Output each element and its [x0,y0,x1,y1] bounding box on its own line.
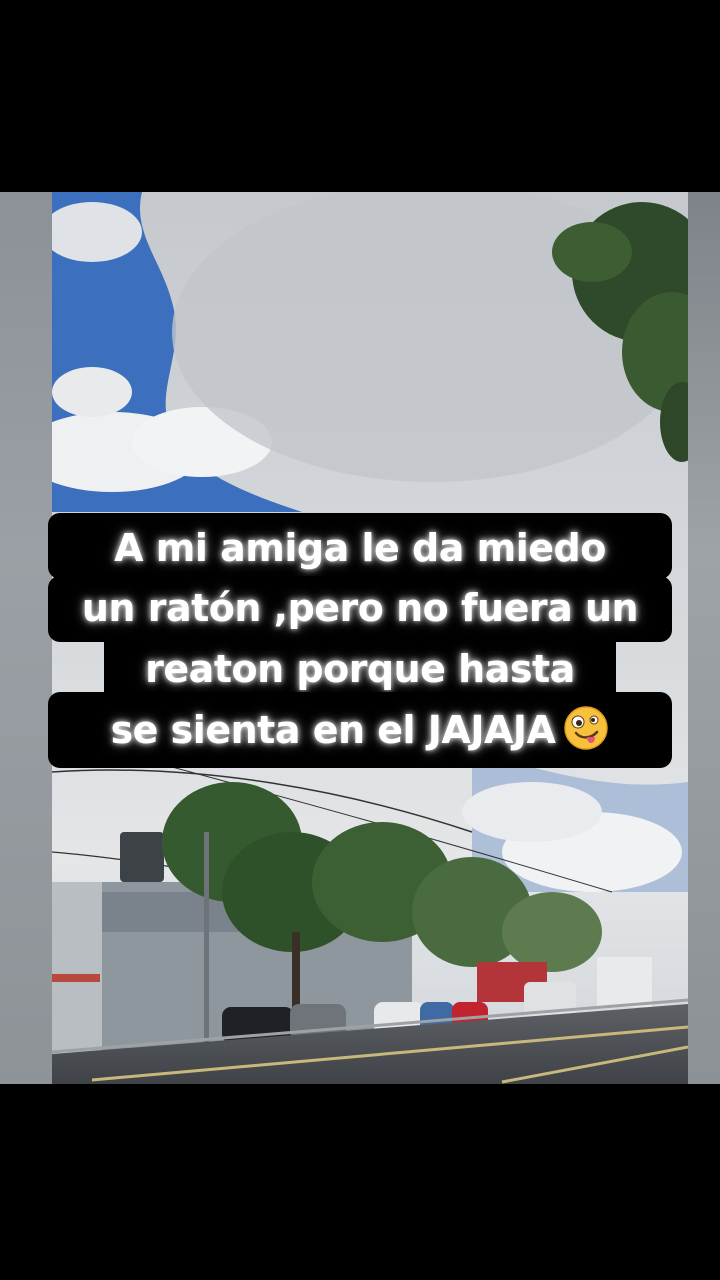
water-tank [120,832,164,882]
building-corner [52,882,102,1052]
top-letterbox [0,0,720,192]
cloud [462,782,602,842]
video-frame [52,192,688,1084]
bottom-letterbox [0,1084,720,1280]
lamp-post [204,832,209,1042]
truck [597,957,652,1007]
building-stripe [52,974,100,982]
video-screen[interactable]: A mi amiga le da miedo un ratón ,pero no… [0,0,720,1280]
street-scene [52,192,688,1084]
left-blur-border [0,192,52,1084]
right-blur-border [688,192,720,1084]
cloud [52,367,132,417]
